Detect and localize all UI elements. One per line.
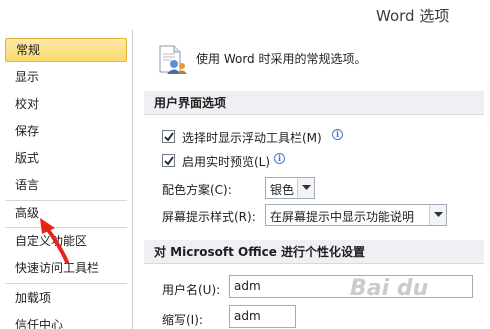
initials-input[interactable]: adm — [229, 305, 296, 328]
watermark: Bai du — [350, 276, 429, 301]
nav-item-trust-center[interactable]: 信任中心 — [5, 313, 127, 329]
nav-item-proofing[interactable]: 校对 — [5, 92, 127, 116]
general-options-panel: 使用 Word 时采用的常规选项。 用户界面选项 选择时显示浮动工具栏(M) i… — [134, 30, 490, 329]
general-options-icon — [155, 43, 187, 75]
nav-item-layout[interactable]: 版式 — [5, 146, 127, 170]
username-label: 用户名(U): — [162, 283, 221, 297]
screentip-style-select[interactable]: 在屏幕提示中显示功能说明 — [265, 204, 447, 226]
nav-item-general[interactable]: 常规 — [5, 38, 127, 62]
options-nav: 常规 显示 校对 保存 版式 语言 高级 自定义功能区 快速访问工具栏 加载项 … — [0, 30, 133, 329]
live-preview-label: 启用实时预览(L) — [182, 155, 271, 169]
nav-item-language[interactable]: 语言 — [5, 173, 127, 197]
live-preview-checkbox[interactable] — [162, 154, 175, 167]
title-bar: Word 选项 — [0, 0, 490, 30]
nav-separator — [5, 283, 127, 284]
personalize-section-title: 对 Microsoft Office 进行个性化设置 — [144, 240, 484, 264]
nav-separator — [5, 227, 127, 228]
window-title: Word 选项 — [376, 7, 450, 25]
word-options-dialog: Word 选项 常规 显示 校对 保存 版式 语言 高级 自定义功能区 快速访问… — [0, 0, 490, 329]
general-options-description: 使用 Word 时采用的常规选项。 — [196, 52, 367, 66]
nav-item-customize-ribbon[interactable]: 自定义功能区 — [5, 229, 127, 253]
nav-item-add-ins[interactable]: 加载项 — [5, 286, 127, 310]
chevron-down-icon[interactable] — [297, 178, 314, 198]
nav-item-display[interactable]: 显示 — [5, 65, 127, 89]
color-scheme-select[interactable]: 银色 — [265, 177, 315, 199]
floating-toolbar-label: 选择时显示浮动工具栏(M) — [182, 131, 322, 145]
color-scheme-label: 配色方案(C): — [162, 183, 232, 197]
screentip-style-label: 屏幕提示样式(R): — [162, 210, 256, 224]
nav-item-advanced[interactable]: 高级 — [5, 201, 127, 225]
nav-item-quick-access-toolbar[interactable]: 快速访问工具栏 — [5, 256, 127, 280]
nav-item-save[interactable]: 保存 — [5, 119, 127, 143]
info-icon: i — [274, 153, 285, 164]
color-scheme-value: 银色 — [270, 183, 295, 197]
initials-label: 缩写(I): — [162, 313, 203, 327]
screentip-style-value: 在屏幕提示中显示功能说明 — [270, 210, 415, 224]
ui-options-section-title: 用户界面选项 — [144, 91, 484, 115]
chevron-down-icon[interactable] — [429, 205, 446, 225]
floating-toolbar-checkbox[interactable] — [162, 130, 175, 143]
info-icon: i — [332, 129, 343, 140]
